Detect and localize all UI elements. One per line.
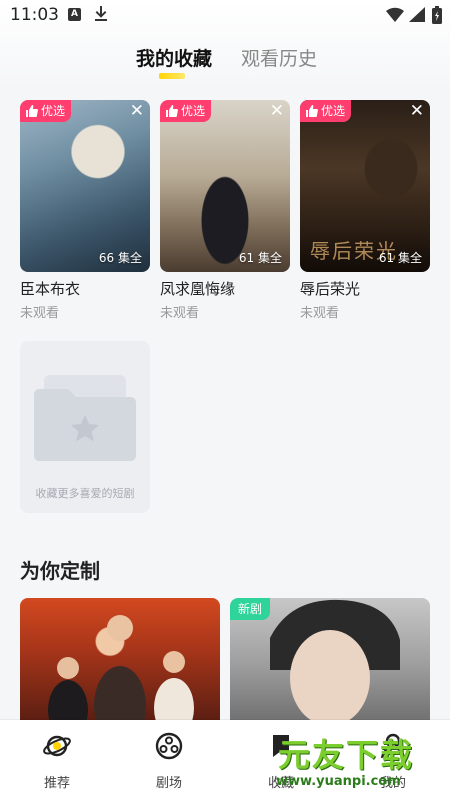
drama-poster[interactable]: 优选 ✕ 66 集全	[20, 100, 150, 272]
nav-theater[interactable]: 剧场	[124, 720, 214, 800]
tab-my-favorites[interactable]: 我的收藏	[136, 44, 212, 71]
new-drama-badge: 新剧	[230, 598, 271, 620]
drama-poster[interactable]: 优选 ✕ 61 集全	[160, 100, 290, 272]
remove-favorite-icon[interactable]: ✕	[410, 103, 424, 120]
download-icon	[94, 6, 108, 26]
favorite-card[interactable]: 优选 ✕ 61 集全 凤求凰悔缘 未观看	[160, 100, 290, 321]
remove-favorite-icon[interactable]: ✕	[130, 103, 144, 120]
empty-hint: 收藏更多喜爱的短剧	[35, 487, 135, 500]
episode-count: 61 集全	[378, 251, 422, 265]
nav-recommend[interactable]: 推荐	[12, 720, 102, 800]
status-time: 11:03	[10, 5, 59, 25]
drama-poster[interactable]: 优选 ✕ 辱后荣光 61 集全	[300, 100, 430, 272]
premium-badge-label: 优选	[321, 104, 346, 118]
watch-status: 未观看	[300, 306, 340, 321]
thumbs-up-icon	[166, 105, 178, 117]
drama-title[interactable]: 臣本布衣	[20, 278, 150, 299]
premium-badge: 优选	[160, 100, 212, 122]
recommend-card[interactable]: 新剧	[230, 598, 430, 722]
film-reel-icon	[155, 732, 183, 760]
drama-title[interactable]: 辱后荣光	[300, 278, 430, 299]
site-watermark: 元友下载 www.yuanpi.com	[268, 726, 448, 798]
premium-badge: 优选	[20, 100, 72, 122]
folder-star-icon	[34, 375, 136, 461]
add-more-favorites-card[interactable]: 收藏更多喜爱的短剧	[20, 341, 150, 513]
top-tabs: 我的收藏 观看历史	[0, 44, 450, 84]
watermark-url: www.yuanpi.com	[276, 774, 401, 789]
premium-badge-label: 优选	[41, 104, 66, 118]
favorite-card[interactable]: 优选 ✕ 辱后荣光 61 集全 辱后荣光 未观看	[300, 100, 430, 321]
thumbs-up-icon	[306, 105, 318, 117]
planet-icon	[43, 735, 71, 757]
premium-badge-label: 优选	[181, 104, 206, 118]
nav-label: 推荐	[43, 776, 70, 791]
episode-count: 66 集全	[98, 251, 142, 265]
tab-watch-history[interactable]: 观看历史	[241, 44, 317, 71]
watch-status: 未观看	[160, 306, 200, 321]
watch-status: 未观看	[20, 306, 60, 321]
active-tab-indicator	[159, 73, 185, 79]
episode-count: 61 集全	[238, 251, 282, 265]
battery-icon	[432, 6, 442, 28]
watermark-logo-text: 元友下载	[278, 736, 415, 774]
premium-badge: 优选	[300, 100, 352, 122]
thumbs-up-icon	[26, 105, 38, 117]
nav-label: 剧场	[155, 776, 182, 791]
remove-favorite-icon[interactable]: ✕	[270, 103, 284, 120]
drama-poster	[48, 615, 194, 722]
drama-title[interactable]: 凤求凰悔缘	[160, 278, 290, 299]
wifi-icon	[386, 7, 404, 26]
app-root: 11:03 A 我的收藏 观看历史 优选 ✕ 66 集全 臣本布衣 未观看 优选…	[0, 0, 450, 800]
signal-icon	[409, 7, 425, 26]
status-bar: 11:03 A	[0, 0, 450, 32]
recommend-card[interactable]	[20, 598, 220, 722]
app-a-icon: A	[68, 8, 81, 21]
favorite-card[interactable]: 优选 ✕ 66 集全 臣本布衣 未观看	[20, 100, 150, 321]
section-title: 为你定制	[20, 559, 100, 583]
